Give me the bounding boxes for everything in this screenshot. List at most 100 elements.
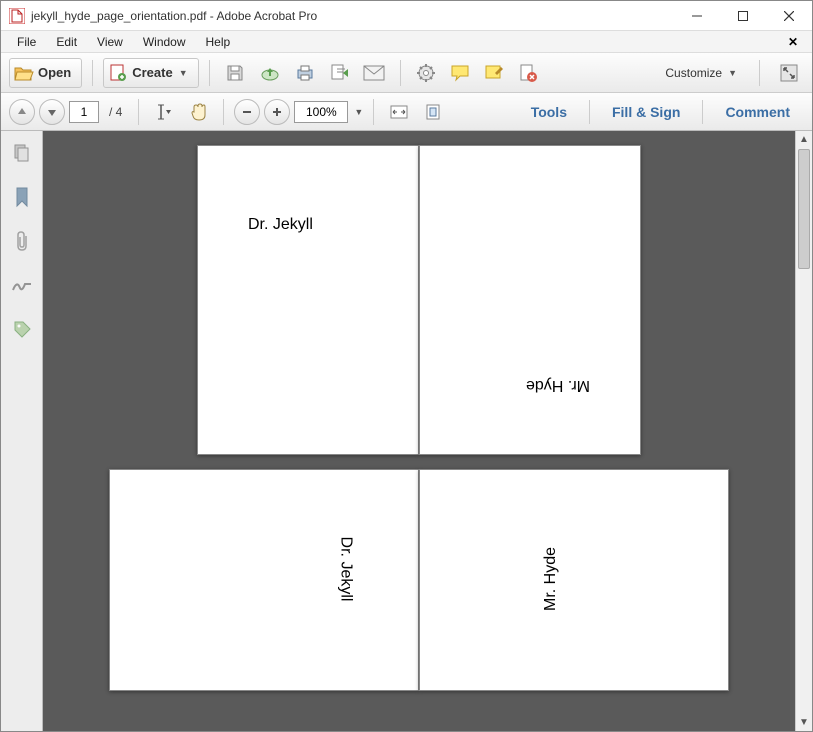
side-panel xyxy=(1,131,43,731)
fill-sign-panel-button[interactable]: Fill & Sign xyxy=(608,100,684,124)
fit-page-button[interactable] xyxy=(418,97,448,127)
save-button[interactable] xyxy=(220,58,250,88)
close-document-button[interactable]: ✕ xyxy=(780,35,806,49)
page-number-input[interactable] xyxy=(69,101,99,123)
attachments-panel-button[interactable] xyxy=(10,229,34,253)
toolbar-nav: / 4 ▼ Tools Fill & Sign Comment xyxy=(1,93,812,131)
fit-width-button[interactable] xyxy=(384,97,414,127)
prev-page-button[interactable] xyxy=(9,99,35,125)
page-4[interactable]: Mr. Hyde xyxy=(419,469,729,691)
create-pdf-icon xyxy=(108,64,128,82)
hand-icon xyxy=(189,102,207,122)
page-3[interactable]: Dr. Jekyll xyxy=(109,469,419,691)
separator xyxy=(759,60,760,86)
pages-container: Dr. Jekyll Mr. Hyde Dr. Jekyll Mr. Hyde xyxy=(43,131,795,731)
window-buttons xyxy=(674,1,812,31)
highlight-button[interactable] xyxy=(479,58,509,88)
separator xyxy=(400,60,401,86)
email-button[interactable] xyxy=(358,58,390,88)
fullscreen-button[interactable] xyxy=(774,58,804,88)
document-share-icon xyxy=(329,63,349,83)
menu-view[interactable]: View xyxy=(87,33,133,51)
scroll-thumb[interactable] xyxy=(798,149,810,269)
separator xyxy=(223,99,224,125)
zoom-out-button[interactable] xyxy=(234,99,260,125)
envelope-icon xyxy=(363,65,385,81)
separator xyxy=(702,100,703,124)
page-2[interactable]: Mr. Hyde xyxy=(419,145,641,455)
text-cursor-icon xyxy=(155,102,173,122)
separator xyxy=(92,60,93,86)
zoom-dropdown-caret[interactable]: ▼ xyxy=(354,107,363,117)
page-1[interactable]: Dr. Jekyll xyxy=(197,145,419,455)
hand-tool-button[interactable] xyxy=(183,97,213,127)
fit-page-icon xyxy=(424,103,442,121)
create-button[interactable]: Create ▼ xyxy=(103,58,198,88)
arrow-down-icon xyxy=(46,106,58,118)
signatures-panel-button[interactable] xyxy=(10,273,34,297)
tags-panel-button[interactable] xyxy=(10,317,34,341)
thumbnails-panel-button[interactable] xyxy=(10,141,34,165)
chevron-down-icon: ▼ xyxy=(728,68,737,78)
tools-panel-button[interactable]: Tools xyxy=(527,100,571,124)
menu-window[interactable]: Window xyxy=(133,33,196,51)
signature-icon xyxy=(11,276,33,294)
print-icon xyxy=(295,63,315,83)
cloud-button[interactable] xyxy=(254,58,286,88)
minimize-button[interactable] xyxy=(674,1,720,31)
print-button[interactable] xyxy=(290,58,320,88)
settings-button[interactable] xyxy=(411,58,441,88)
select-tool-button[interactable] xyxy=(149,97,179,127)
scroll-up-button[interactable]: ▲ xyxy=(796,131,812,148)
minus-icon xyxy=(241,106,253,118)
close-button[interactable] xyxy=(766,1,812,31)
speech-bubble-icon xyxy=(450,64,470,82)
right-tools: Tools Fill & Sign Comment xyxy=(527,100,804,124)
customize-label: Customize xyxy=(665,66,722,80)
page-row: Dr. Jekyll Mr. Hyde xyxy=(43,145,795,455)
page-row: Dr. Jekyll Mr. Hyde xyxy=(43,469,795,691)
save-icon xyxy=(225,63,245,83)
create-label: Create xyxy=(132,65,172,80)
customize-area: Customize ▼ xyxy=(657,58,804,88)
page-text: Mr. Hyde xyxy=(526,376,590,394)
document-viewer[interactable]: Dr. Jekyll Mr. Hyde Dr. Jekyll Mr. Hyde … xyxy=(43,131,812,731)
zoom-input[interactable] xyxy=(294,101,348,123)
document-delete-icon xyxy=(518,63,538,83)
menu-help[interactable]: Help xyxy=(196,33,241,51)
menu-file[interactable]: File xyxy=(7,33,46,51)
app-icon xyxy=(9,8,25,24)
highlight-note-icon xyxy=(484,64,504,82)
vertical-scrollbar[interactable]: ▲ ▼ xyxy=(795,131,812,731)
comment-bubble-button[interactable] xyxy=(445,58,475,88)
paperclip-icon xyxy=(13,230,31,252)
comment-panel-button[interactable]: Comment xyxy=(721,100,794,124)
gear-icon xyxy=(416,63,436,83)
open-button[interactable]: Open xyxy=(9,58,82,88)
toolbar-main: Open Create ▼ Customize ▼ xyxy=(1,53,812,93)
fit-width-icon xyxy=(389,104,409,120)
fullscreen-icon xyxy=(780,64,798,82)
maximize-button[interactable] xyxy=(720,1,766,31)
bookmark-icon xyxy=(13,186,31,208)
work-area: Dr. Jekyll Mr. Hyde Dr. Jekyll Mr. Hyde … xyxy=(1,131,812,731)
delete-button[interactable] xyxy=(513,58,543,88)
bookmarks-panel-button[interactable] xyxy=(10,185,34,209)
scroll-down-button[interactable]: ▼ xyxy=(796,714,812,731)
cloud-upload-icon xyxy=(259,63,281,83)
share-button[interactable] xyxy=(324,58,354,88)
chevron-down-icon: ▼ xyxy=(179,68,188,78)
separator xyxy=(373,99,374,125)
menu-bar: File Edit View Window Help ✕ xyxy=(1,31,812,53)
menu-edit[interactable]: Edit xyxy=(46,33,87,51)
plus-icon xyxy=(271,106,283,118)
arrow-up-icon xyxy=(16,106,28,118)
window-title: jekyll_hyde_page_orientation.pdf - Adobe… xyxy=(31,9,674,23)
folder-open-icon xyxy=(14,64,34,82)
customize-button[interactable]: Customize ▼ xyxy=(657,62,745,84)
title-bar: jekyll_hyde_page_orientation.pdf - Adobe… xyxy=(1,1,812,31)
pages-icon xyxy=(12,143,32,163)
next-page-button[interactable] xyxy=(39,99,65,125)
open-label: Open xyxy=(38,65,71,80)
zoom-in-button[interactable] xyxy=(264,99,290,125)
